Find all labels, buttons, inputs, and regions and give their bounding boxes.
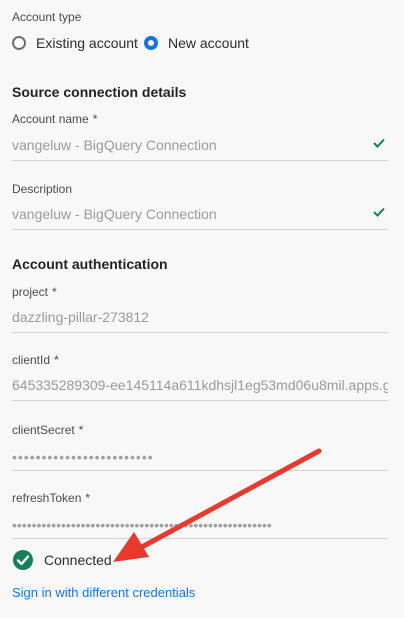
refresh-token-value: ••••••••••••••••••••••••••••••••••••••••… — [12, 517, 272, 533]
required-asterisk: * — [78, 423, 84, 437]
radio-new-account-label[interactable]: New account — [168, 35, 249, 51]
account-name-value: vangeluw - BigQuery Connection — [12, 137, 217, 153]
account-name-field[interactable]: vangeluw - BigQuery Connection — [12, 130, 388, 161]
project-label: project * — [12, 285, 57, 299]
description-value: vangeluw - BigQuery Connection — [12, 206, 217, 222]
description-field[interactable]: vangeluw - BigQuery Connection — [12, 199, 388, 230]
required-asterisk: * — [92, 112, 98, 126]
refresh-token-label-text: refreshToken — [12, 491, 82, 505]
source-connection-heading: Source connection details — [12, 84, 187, 100]
required-asterisk: * — [54, 353, 59, 367]
refresh-token-label: refreshToken * — [12, 491, 90, 505]
client-id-field[interactable]: 645335289309-ee145114a611kdhsjl1eg53md06… — [12, 370, 388, 401]
check-icon — [373, 207, 385, 217]
connected-check-icon — [13, 550, 33, 570]
refresh-token-field[interactable]: ••••••••••••••••••••••••••••••••••••••••… — [12, 508, 388, 539]
account-name-label-text: Account name — [12, 112, 89, 126]
description-label: Description — [12, 182, 73, 196]
check-icon — [373, 138, 385, 148]
radio-existing-account-label[interactable]: Existing account — [36, 35, 138, 51]
client-secret-label-text: clientSecret — [12, 423, 75, 437]
project-value: dazzling-pillar-273812 — [12, 309, 149, 325]
radio-existing-account[interactable] — [12, 36, 26, 50]
client-secret-label: clientSecret * — [12, 423, 83, 437]
radio-new-account[interactable] — [144, 36, 158, 50]
account-type-label: Account type — [12, 10, 82, 24]
project-label-text: project — [12, 285, 49, 299]
account-name-label: Account name * — [12, 112, 97, 126]
required-asterisk: * — [52, 285, 57, 299]
sign-in-different-credentials-link[interactable]: Sign in with different credentials — [12, 585, 195, 600]
account-authentication-heading: Account authentication — [12, 256, 168, 272]
connected-status-text: Connected — [44, 552, 112, 568]
client-id-label: clientId * — [12, 353, 59, 367]
client-secret-field[interactable]: •••••••••••••••••••••••• — [12, 440, 388, 471]
client-id-label-text: clientId — [12, 353, 51, 367]
project-field[interactable]: dazzling-pillar-273812 — [12, 302, 388, 333]
required-asterisk: * — [85, 491, 91, 505]
client-id-value: 645335289309-ee145114a611kdhsjl1eg53md06… — [12, 377, 388, 393]
client-secret-value: •••••••••••••••••••••••• — [12, 449, 154, 465]
